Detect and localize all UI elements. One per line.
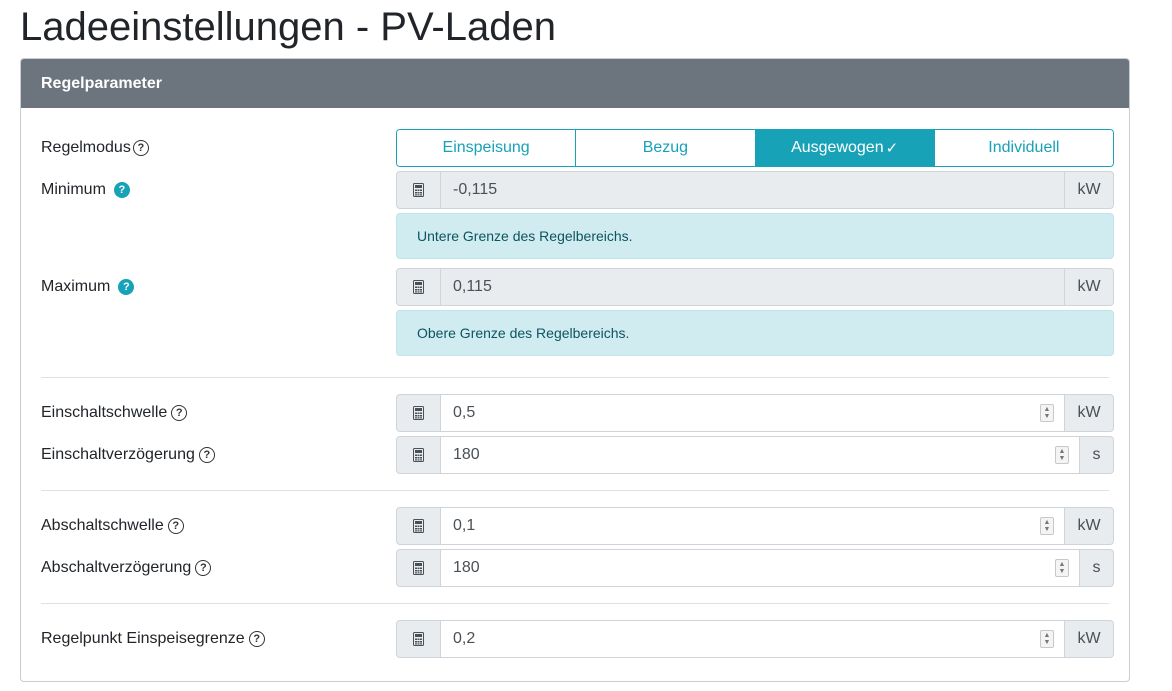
card-header: Regelparameter <box>21 59 1129 108</box>
abschaltschwelle-input-group: 0,1 ▲ ▼ kW <box>396 507 1114 545</box>
abschaltverzoegerung-label: Abschaltverzögerung ? <box>41 558 212 578</box>
abschaltschwelle-unit: kW <box>1065 507 1114 545</box>
einschaltverzoegerung-value: 180 <box>453 446 480 463</box>
spin-buttons-icon[interactable]: ▲ ▼ <box>1055 559 1069 577</box>
maximum-label: Maximum ? <box>41 277 135 297</box>
regelpunkt-unit: kW <box>1065 620 1114 658</box>
mode-label-text: Regelmodus <box>41 139 131 156</box>
spin-buttons-icon[interactable]: ▲ ▼ <box>1040 404 1054 422</box>
einschaltschwelle-input-group: 0,5 ▲ ▼ kW <box>396 394 1114 432</box>
mode-option-ausgewogen[interactable]: Ausgewogen ✓ <box>754 130 934 166</box>
help-icon[interactable]: ? <box>195 560 212 576</box>
regelpunkt-label: Regelpunkt Einspeisegrenze ? <box>41 629 265 649</box>
abschaltverzoegerung-value: 180 <box>453 559 480 576</box>
help-icon[interactable]: ? <box>113 182 130 198</box>
calculator-icon <box>396 171 441 209</box>
calculator-icon <box>396 268 441 306</box>
calculator-icon <box>396 507 441 545</box>
regelpunkt-input[interactable]: 0,2 ▲ ▼ <box>441 620 1065 658</box>
abschaltschwelle-value: 0,1 <box>453 517 476 534</box>
maximum-label-text: Maximum <box>41 278 111 295</box>
spin-buttons-icon[interactable]: ▲ ▼ <box>1040 630 1054 648</box>
help-icon[interactable]: ? <box>171 405 188 421</box>
maximum-unit: kW <box>1065 268 1114 306</box>
settings-card: Regelparameter Regelmodus ? Einspeisung … <box>20 58 1130 682</box>
divider <box>41 603 1109 604</box>
einschaltverzoegerung-unit: s <box>1080 436 1114 474</box>
calculator-icon <box>396 394 441 432</box>
abschaltschwelle-input[interactable]: 0,1 ▲ ▼ <box>441 507 1065 545</box>
maximum-input-group: 0,115 kW <box>396 268 1114 306</box>
mode-button-group: Einspeisung Bezug Ausgewogen ✓ Individuel… <box>396 129 1114 167</box>
help-icon[interactable]: ? <box>167 518 184 534</box>
help-icon[interactable]: ? <box>198 447 215 463</box>
spin-buttons-icon[interactable]: ▲ ▼ <box>1055 446 1069 464</box>
abschaltverzoegerung-row: Abschaltverzögerung ? 180 ▲ ▼ s <box>41 549 1114 587</box>
minimum-row: Minimum ? -0,115 kW Untere Grenze des Re… <box>41 171 1114 267</box>
page-title: Ladeeinstellungen - PV-Laden <box>20 5 556 49</box>
einschaltverzoegerung-label: Einschaltverzögerung ? <box>41 445 215 465</box>
calculator-icon <box>396 620 441 658</box>
regelpunkt-input-group: 0,2 ▲ ▼ kW <box>396 620 1114 658</box>
abschaltschwelle-label: Abschaltschwelle ? <box>41 516 184 536</box>
minimum-label-text: Minimum <box>41 181 106 198</box>
mode-option-ausgewogen-label: Ausgewogen <box>791 139 884 156</box>
divider <box>41 490 1109 491</box>
calculator-icon <box>396 549 441 587</box>
einschaltverzoegerung-row: Einschaltverzögerung ? 180 ▲ ▼ s <box>41 436 1114 474</box>
mode-option-bezug[interactable]: Bezug <box>575 130 755 166</box>
calculator-icon <box>396 436 441 474</box>
abschaltverzoegerung-input[interactable]: 180 ▲ ▼ <box>441 549 1080 587</box>
regelpunkt-label-text: Regelpunkt Einspeisegrenze <box>41 630 245 647</box>
einschaltschwelle-input[interactable]: 0,5 ▲ ▼ <box>441 394 1065 432</box>
mode-row: Regelmodus ? Einspeisung Bezug Ausgewoge… <box>41 129 1114 167</box>
help-icon[interactable]: ? <box>118 279 135 295</box>
regelpunkt-row: Regelpunkt Einspeisegrenze ? 0,2 ▲ ▼ kW <box>41 620 1114 658</box>
minimum-info-alert: Untere Grenze des Regelbereichs. <box>396 213 1114 259</box>
einschaltverzoegerung-label-text: Einschaltverzögerung <box>41 446 195 463</box>
minimum-unit: kW <box>1065 171 1114 209</box>
einschaltschwelle-label: Einschaltschwelle ? <box>41 403 188 423</box>
einschaltschwelle-unit: kW <box>1065 394 1114 432</box>
minimum-input-group: -0,115 kW <box>396 171 1114 209</box>
mode-option-individuell[interactable]: Individuell <box>933 130 1113 166</box>
abschaltverzoegerung-unit: s <box>1080 549 1114 587</box>
divider <box>41 377 1109 378</box>
abschaltschwelle-label-text: Abschaltschwelle <box>41 517 164 534</box>
check-icon: ✓ <box>885 140 899 157</box>
help-icon[interactable]: ? <box>248 631 265 647</box>
einschaltschwelle-label-text: Einschaltschwelle <box>41 404 168 421</box>
maximum-info-alert: Obere Grenze des Regelbereichs. <box>396 310 1114 356</box>
minimum-label: Minimum ? <box>41 180 130 200</box>
spin-buttons-icon[interactable]: ▲ ▼ <box>1040 517 1054 535</box>
mode-label: Regelmodus ? <box>41 138 149 158</box>
einschaltverzoegerung-input-group: 180 ▲ ▼ s <box>396 436 1114 474</box>
abschaltverzoegerung-label-text: Abschaltverzögerung <box>41 559 192 576</box>
maximum-row: Maximum ? 0,115 kW Obere Grenze des Rege… <box>41 268 1114 364</box>
help-icon[interactable]: ? <box>132 140 149 156</box>
minimum-input: -0,115 <box>441 171 1065 209</box>
einschaltschwelle-row: Einschaltschwelle ? 0,5 ▲ ▼ kW <box>41 394 1114 432</box>
abschaltverzoegerung-input-group: 180 ▲ ▼ s <box>396 549 1114 587</box>
einschaltverzoegerung-input[interactable]: 180 ▲ ▼ <box>441 436 1080 474</box>
regelpunkt-value: 0,2 <box>453 630 476 647</box>
mode-option-einspeisung[interactable]: Einspeisung <box>397 130 576 166</box>
maximum-input: 0,115 <box>441 268 1065 306</box>
abschaltschwelle-row: Abschaltschwelle ? 0,1 ▲ ▼ kW <box>41 507 1114 545</box>
einschaltschwelle-value: 0,5 <box>453 404 476 421</box>
